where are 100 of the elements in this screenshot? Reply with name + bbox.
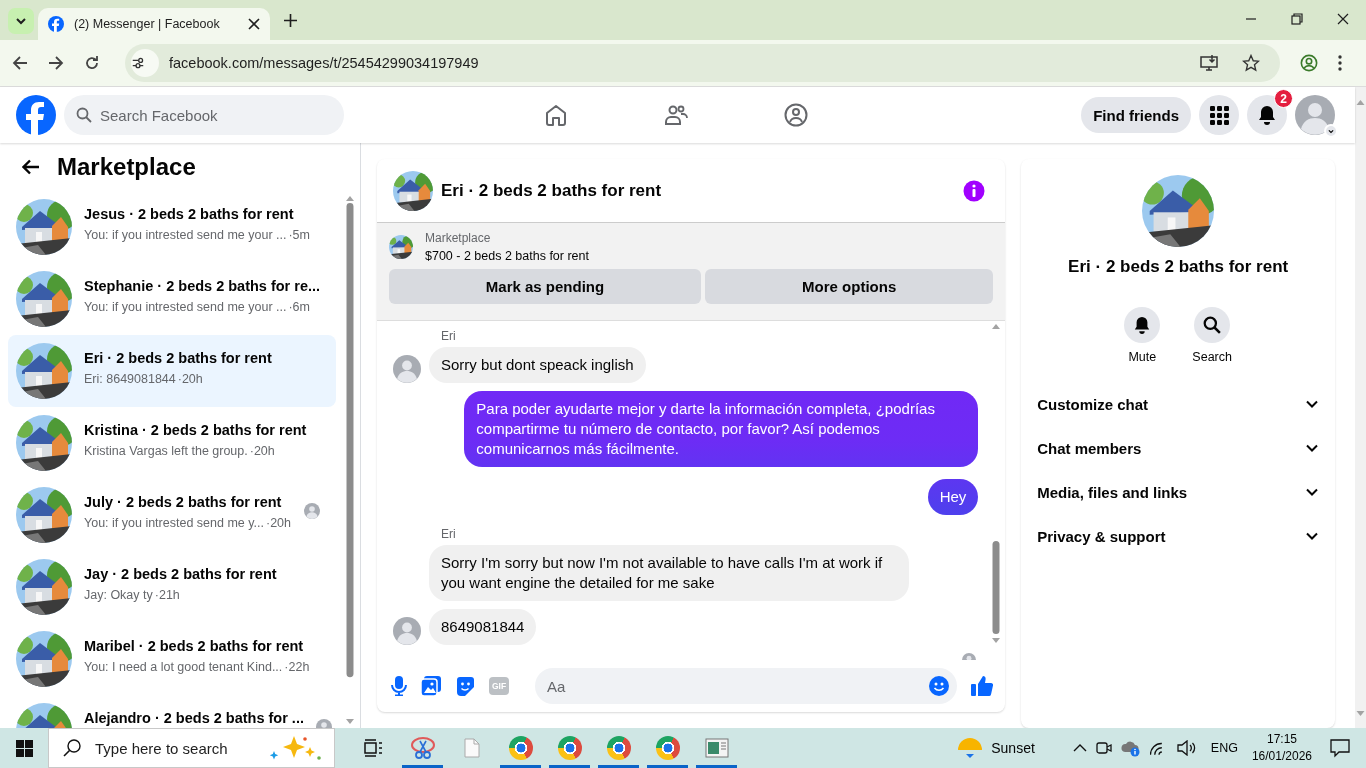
site-info-button[interactable] bbox=[131, 49, 159, 77]
section-row[interactable]: Chat members bbox=[1029, 426, 1328, 470]
weather-label: Sunset bbox=[991, 740, 1035, 756]
sticker-icon[interactable] bbox=[455, 676, 475, 696]
search-button[interactable] bbox=[1194, 307, 1231, 343]
chrome-icon bbox=[655, 736, 680, 760]
received-message: Sorry but dont speack inglish bbox=[429, 347, 646, 383]
install-app-icon[interactable] bbox=[1200, 54, 1218, 72]
message-time: ·20h bbox=[177, 372, 203, 386]
photo-icon[interactable] bbox=[421, 676, 441, 696]
message-preview: Jay: Okay ty bbox=[84, 588, 153, 602]
conversation-item[interactable]: Kristina · 2 beds 2 baths for rent Kristina Vargas left the group. ·20h bbox=[8, 407, 336, 479]
address-bar[interactable]: facebook.com/messages/t/25454299034197949 bbox=[125, 44, 1280, 82]
windows-start-icon[interactable] bbox=[15, 739, 33, 757]
message-time: ·6m bbox=[288, 300, 310, 314]
conversation-item[interactable]: July · 2 beds 2 baths for rent You: if you intrested send me y... ·20h bbox=[8, 479, 336, 551]
cloud-icon[interactable] bbox=[1120, 739, 1141, 757]
chrome-icon bbox=[508, 736, 533, 760]
profile-icon[interactable] bbox=[1300, 54, 1318, 72]
new-tab-icon[interactable] bbox=[284, 13, 297, 27]
notifications-icon[interactable] bbox=[1330, 738, 1350, 758]
clock-time[interactable]: 17:15 bbox=[1266, 731, 1297, 748]
forward-icon[interactable] bbox=[48, 55, 64, 71]
conversation-item[interactable]: Maribel · 2 beds 2 baths for rent You: I need a lot good tenant Kind... ·22h bbox=[8, 623, 336, 695]
chevron-down-icon[interactable] bbox=[1324, 124, 1338, 138]
conversation-item[interactable]: Eri · 2 beds 2 baths for rent Eri: 8649081844 ·20h bbox=[8, 335, 336, 407]
chrome-icon bbox=[557, 736, 582, 760]
language-indicator[interactable]: ENG bbox=[1210, 741, 1238, 755]
info-icon[interactable] bbox=[963, 179, 986, 202]
url-text: facebook.com/messages/t/25454299034197949 bbox=[169, 55, 480, 71]
conversation-title: July · 2 beds 2 baths for rent bbox=[84, 493, 283, 511]
sent-message: Hey bbox=[927, 479, 979, 515]
document-icon bbox=[463, 738, 480, 758]
clock-date[interactable]: 16/01/2026 bbox=[1251, 748, 1312, 765]
action-label: Mute bbox=[1128, 350, 1157, 364]
message-preview: You: if you intrested send me y... bbox=[84, 516, 264, 530]
groups-icon[interactable] bbox=[784, 103, 808, 127]
mute-button[interactable] bbox=[1124, 307, 1161, 343]
scissors-icon bbox=[409, 736, 436, 760]
back-icon[interactable] bbox=[12, 55, 28, 71]
task-view-icon bbox=[363, 739, 384, 757]
search-icon bbox=[76, 107, 92, 123]
search-icon bbox=[63, 739, 81, 757]
conversation-item[interactable]: Jesus · 2 beds 2 baths for rent You: if you intrested send me your ... ·5m bbox=[8, 191, 336, 263]
message-preview: You: I need a lot good tenant Kind... bbox=[84, 660, 283, 674]
message-preview: Kristina Vargas left the group. bbox=[84, 444, 248, 458]
message-field[interactable]: Aa bbox=[535, 668, 958, 704]
search-icon bbox=[1203, 316, 1222, 334]
emoji-icon[interactable] bbox=[929, 676, 950, 696]
close-icon[interactable] bbox=[1337, 13, 1349, 25]
message-time: ·22h bbox=[284, 660, 310, 674]
section-row[interactable]: Customize chat bbox=[1029, 382, 1328, 426]
search-field[interactable]: Search Facebook bbox=[64, 95, 344, 135]
taskbar-search-field[interactable]: Type here to search bbox=[48, 728, 335, 768]
close-icon[interactable] bbox=[248, 18, 260, 30]
message-preview: Eri: 8649081844 bbox=[84, 372, 176, 386]
received-message: Sorry I'm sorry but now I'm not available to have calls I'm at work if you want engine the detailed for me sake bbox=[429, 545, 909, 601]
listing-summary: $700 - 2 beds 2 baths for rent bbox=[425, 249, 589, 263]
more-icon[interactable] bbox=[1338, 55, 1342, 71]
message-time: ·5m bbox=[288, 228, 310, 242]
received-message: 8649081844 bbox=[429, 609, 537, 645]
message-preview: You: if you intrested send me your ... bbox=[84, 228, 287, 242]
home-icon[interactable] bbox=[544, 103, 568, 127]
app-window-icon bbox=[704, 738, 729, 758]
bell-icon bbox=[1257, 105, 1277, 125]
action-label: Search bbox=[1192, 350, 1232, 364]
chrome-icon bbox=[606, 736, 631, 760]
listing-source: Marketplace bbox=[425, 231, 492, 245]
microphone-icon[interactable] bbox=[391, 676, 407, 696]
find-friends-button[interactable]: Find friends bbox=[1081, 97, 1191, 133]
conversation-title: Jay · 2 beds 2 baths for rent bbox=[84, 565, 278, 583]
section-row[interactable]: Privacy & support bbox=[1029, 514, 1328, 558]
facebook-logo-icon bbox=[48, 16, 64, 32]
menu-button[interactable] bbox=[1199, 95, 1239, 135]
notifications-button[interactable] bbox=[1247, 95, 1287, 135]
conversation-item[interactable]: Stephanie · 2 beds 2 baths for re... You: if you intrested send me your ... ·6m bbox=[8, 263, 336, 335]
message-time: ·20h bbox=[249, 444, 275, 458]
reload-icon[interactable] bbox=[84, 55, 100, 71]
friends-icon[interactable] bbox=[664, 103, 688, 127]
back-arrow-icon[interactable] bbox=[22, 159, 40, 175]
notification-badge: 2 bbox=[1274, 89, 1293, 108]
listing-action-button[interactable]: Mark as pending bbox=[389, 269, 701, 304]
browser-tab[interactable]: (2) Messenger | Facebook bbox=[38, 8, 270, 40]
chevron-down-icon bbox=[15, 15, 27, 27]
thumbs-up-icon[interactable] bbox=[971, 675, 994, 697]
tab-search-button[interactable] bbox=[8, 8, 34, 34]
tune-icon bbox=[131, 55, 145, 71]
conversation-title: Alejandro · 2 beds 2 baths for ... bbox=[84, 709, 304, 727]
restore-icon[interactable] bbox=[1291, 13, 1303, 25]
listing-action-button[interactable]: More options bbox=[705, 269, 994, 304]
grid-icon bbox=[1209, 105, 1229, 125]
chat-title: Eri · 2 beds 2 baths for rent bbox=[1068, 257, 1289, 277]
camera-icon[interactable] bbox=[1095, 739, 1112, 757]
section-row[interactable]: Media, files and links bbox=[1029, 470, 1328, 514]
volume-icon[interactable] bbox=[1176, 740, 1197, 756]
conversation-item[interactable]: Jay · 2 beds 2 baths for rent Jay: Okay ty ·21h bbox=[8, 551, 336, 623]
chat-title: Eri · 2 beds 2 baths for rent bbox=[441, 180, 663, 201]
facebook-logo-icon[interactable] bbox=[16, 95, 56, 135]
message-time: ·20h bbox=[265, 516, 291, 530]
star-icon[interactable] bbox=[1242, 54, 1260, 72]
